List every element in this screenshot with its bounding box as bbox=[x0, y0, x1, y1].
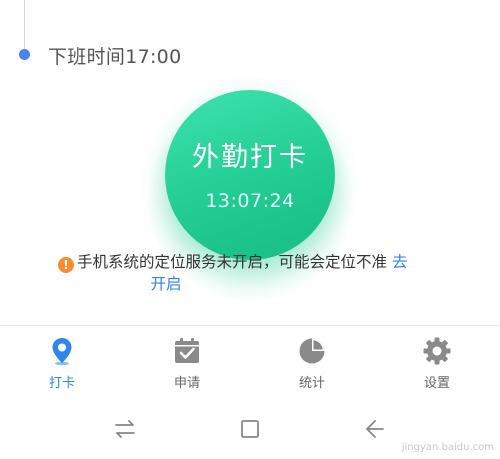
back-button[interactable] bbox=[358, 414, 388, 444]
warning-text: 手机系统的定位服务未开启，可能会定位不准 bbox=[77, 253, 388, 271]
location-warning: ! 手机系统的定位服务未开启，可能会定位不准 去 开启 bbox=[58, 251, 450, 295]
tab-settings[interactable]: 设置 bbox=[397, 336, 477, 396]
tab-statistics-label: 统计 bbox=[298, 376, 325, 391]
off-work-time: 下班时间17:00 bbox=[48, 46, 182, 68]
timeline-line bbox=[24, 0, 25, 52]
tab-apply-label: 申请 bbox=[173, 376, 200, 391]
system-nav-bar: jingyan.baidu.com bbox=[0, 400, 500, 459]
warning-icon: ! bbox=[58, 257, 74, 273]
switch-apps-button[interactable] bbox=[110, 414, 140, 444]
timeline-dot bbox=[19, 49, 30, 60]
gear-icon bbox=[423, 337, 451, 365]
home-button[interactable] bbox=[235, 414, 265, 444]
swap-arrows-icon bbox=[115, 420, 135, 438]
tab-punch[interactable]: 打卡 bbox=[22, 336, 102, 396]
tab-punch-label: 打卡 bbox=[48, 376, 75, 391]
punch-button-time: 13:07:24 bbox=[205, 189, 295, 212]
watermark: jingyan.baidu.com bbox=[401, 442, 494, 453]
calendar-check-icon bbox=[175, 338, 199, 363]
location-pin-icon bbox=[52, 338, 72, 366]
tab-settings-label: 设置 bbox=[423, 376, 450, 391]
bottom-tab-bar: 打卡 申请 统计 设置 bbox=[0, 325, 500, 397]
punch-button-label: 外勤打卡 bbox=[192, 141, 308, 173]
back-arrow-icon bbox=[366, 420, 384, 438]
enable-location-link[interactable]: 去 bbox=[392, 253, 408, 271]
tab-apply[interactable]: 申请 bbox=[147, 336, 227, 396]
pie-chart-icon bbox=[299, 338, 325, 364]
tab-statistics[interactable]: 统计 bbox=[272, 336, 352, 396]
square-icon bbox=[241, 420, 259, 438]
attendance-screen: 下班时间17:00 外勤打卡 13:07:24 ! 手机系统的定位服务未开启，可能… bbox=[0, 0, 500, 459]
field-punch-button[interactable]: 外勤打卡 13:07:24 bbox=[165, 90, 335, 260]
enable-location-link-continued[interactable]: 开启 bbox=[0, 273, 450, 295]
